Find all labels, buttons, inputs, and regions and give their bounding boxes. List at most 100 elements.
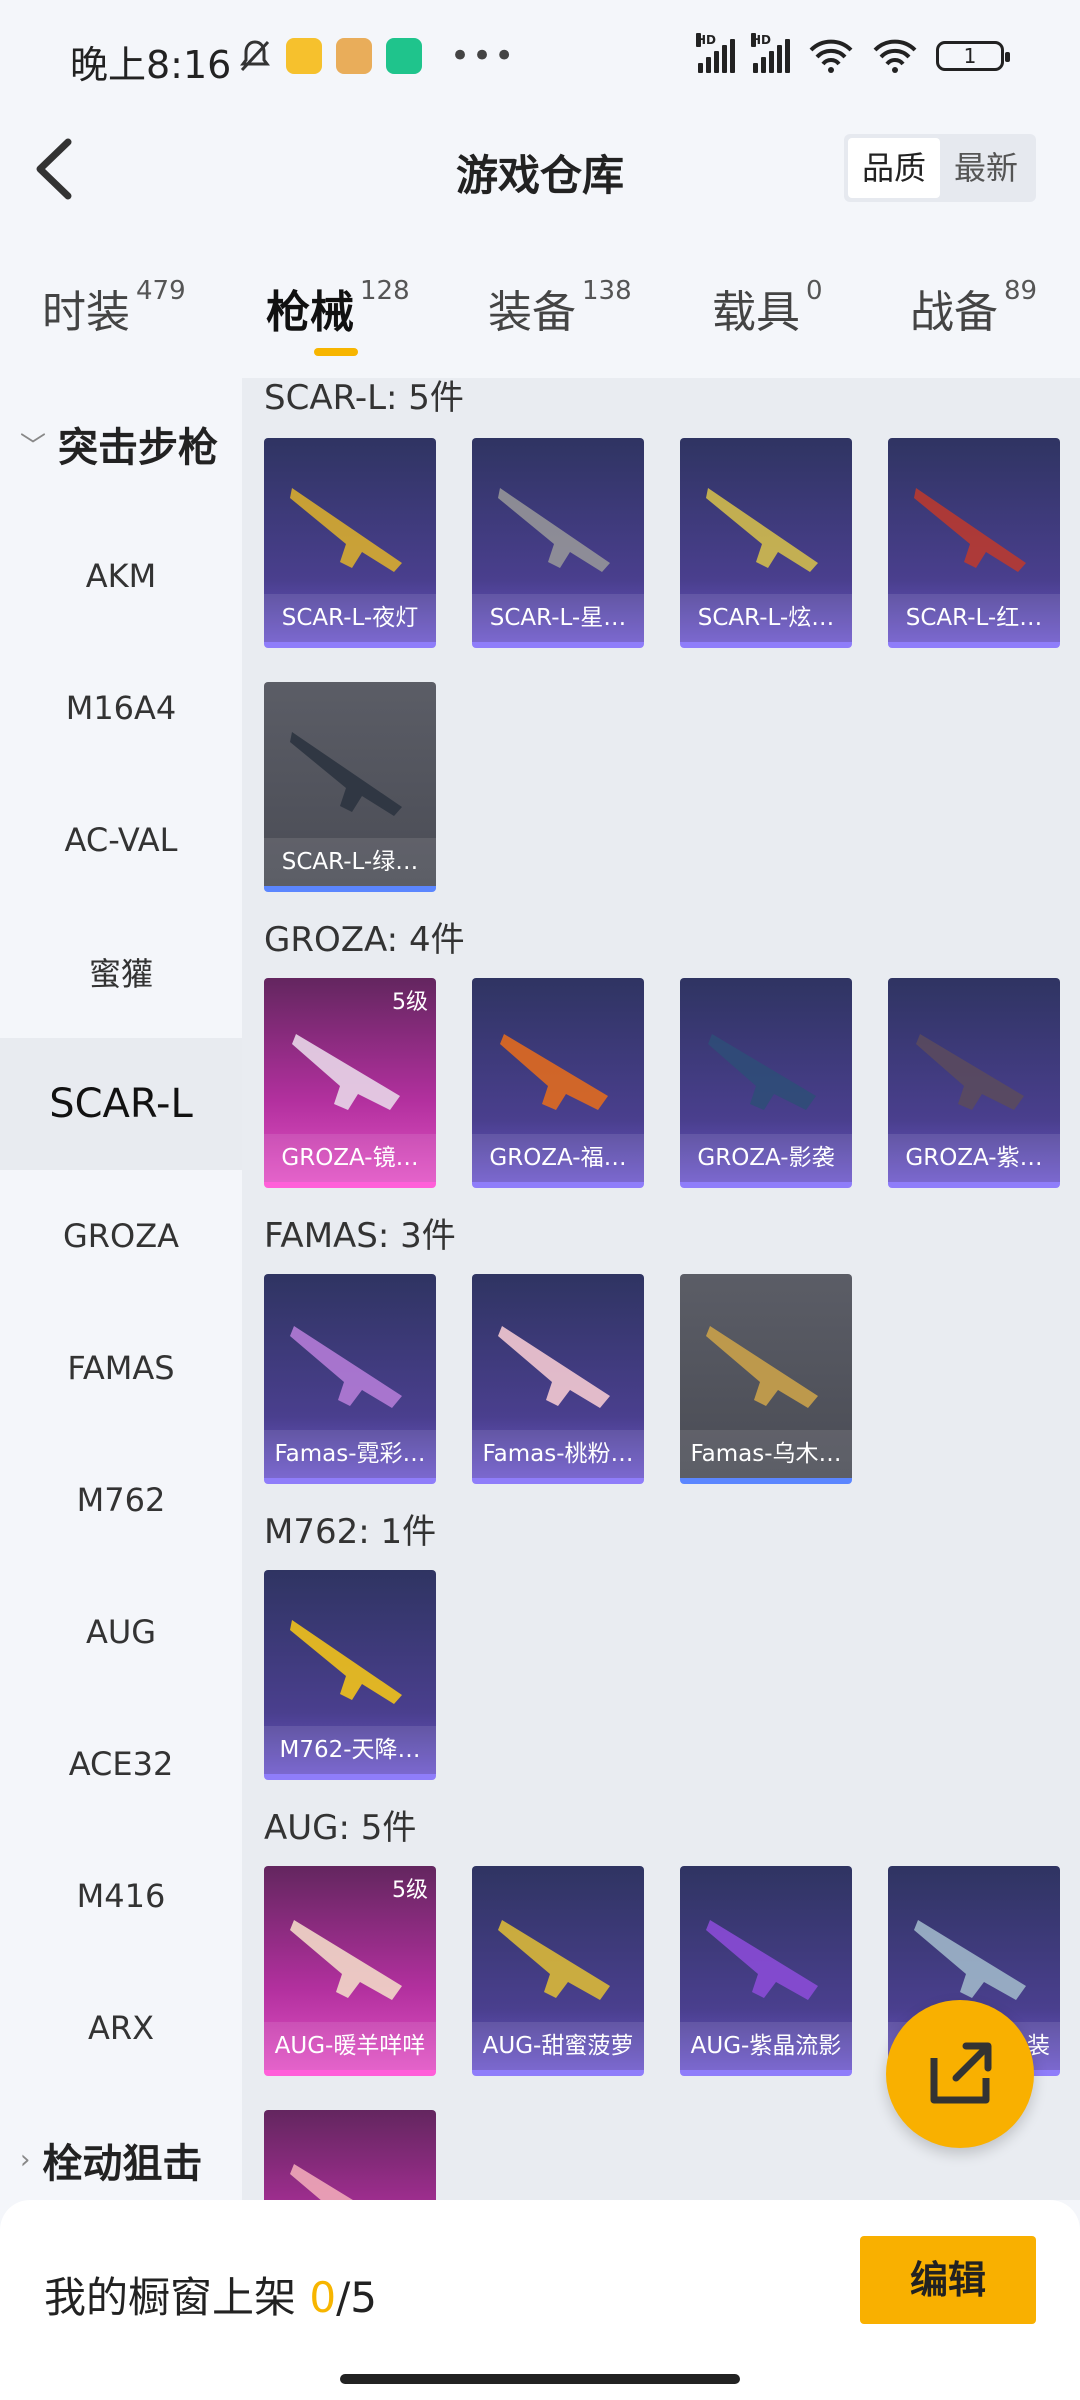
chevron-right-icon: › <box>20 2145 31 2175</box>
share-button[interactable] <box>886 2000 1034 2148</box>
weapon-card[interactable]: Famas-桃粉… <box>472 1274 644 1484</box>
rifle-icon <box>708 1034 816 1110</box>
cellular-signal-icon: HD <box>696 33 735 73</box>
weapon-card[interactable]: AUG-甜蜜菠萝 <box>472 1866 644 2076</box>
sidebar-group-label: 突击步枪 <box>58 425 219 471</box>
rifle-icon <box>914 1920 1026 2000</box>
weapon-card[interactable]: SCAR-L-星… <box>472 438 644 648</box>
rifle-icon <box>706 488 818 572</box>
sort-newest-button[interactable]: 最新 <box>940 138 1032 198</box>
more-notifications-icon: ••• <box>450 36 517 76</box>
weapon-name: SCAR-L-夜灯 <box>264 594 436 642</box>
section-title-famas: FAMAS: 3件 <box>264 1216 456 1256</box>
weapon-card[interactable]: Famas-霓彩… <box>264 1274 436 1484</box>
chevron-down-icon: ﹀ <box>20 431 47 462</box>
weapon-card[interactable]: GROZA-福… <box>472 978 644 1188</box>
wifi-icon <box>873 39 917 73</box>
rifle-icon <box>290 1920 402 2000</box>
tab-fashion[interactable]: 时装 479 <box>42 276 186 340</box>
weapon-card[interactable]: SCAR-L-红… <box>888 438 1060 648</box>
sidebar-item-aug[interactable]: AUG <box>0 1566 242 1698</box>
rifle-icon <box>290 732 402 816</box>
section-title-m762: M762: 1件 <box>264 1512 437 1552</box>
sidebar-item-ace32[interactable]: ACE32 <box>0 1698 242 1830</box>
weapon-name: GROZA-影袭 <box>680 1134 852 1182</box>
weapon-name: Famas-乌木… <box>680 1430 852 1478</box>
tab-weapons[interactable]: 枪械 128 <box>266 276 410 340</box>
sidebar-item-groza[interactable]: GROZA <box>0 1170 242 1302</box>
tab-supplies[interactable]: 战备 89 <box>910 276 1037 340</box>
rifle-icon <box>498 1920 610 2000</box>
weapon-name: GROZA-镜… <box>264 1134 436 1182</box>
weapon-card[interactable]: Famas-乌木… <box>680 1274 852 1484</box>
weapon-card[interactable]: AUG-紫晶流影 <box>680 1866 852 2076</box>
tab-equipment[interactable]: 装备 138 <box>488 276 632 340</box>
hd-label: HD <box>751 33 772 47</box>
edit-button[interactable]: 编辑 <box>860 2236 1036 2324</box>
weapon-card[interactable]: SCAR-L-绿… <box>264 682 436 892</box>
share-external-icon <box>930 2042 992 2104</box>
sidebar-item-akm[interactable]: AKM <box>0 510 242 642</box>
home-indicator[interactable] <box>340 2374 740 2384</box>
sidebar-item-famas[interactable]: FAMAS <box>0 1302 242 1434</box>
weapon-name: M762-天降… <box>264 1726 436 1774</box>
weapon-card[interactable]: 5级 AUG-暖羊咩咩 <box>264 1866 436 2076</box>
section-title-aug: AUG: 5件 <box>264 1808 417 1848</box>
hd-label: HD <box>696 33 717 47</box>
sidebar-item-m16a4[interactable]: M16A4 <box>0 642 242 774</box>
showcase-label: 我的橱窗上架 <box>44 2273 297 2322</box>
cellular-signal-icon: HD <box>751 33 790 73</box>
tab-count: 138 <box>582 276 632 306</box>
weapon-card[interactable]: SCAR-L-夜灯 <box>264 438 436 648</box>
sort-toggle: 品质 最新 <box>843 134 1036 202</box>
header: 游戏仓库 品质 最新 <box>0 118 1080 218</box>
status-bar: 晚上8:16 ••• HD HD 1 <box>0 0 1080 118</box>
rifle-icon <box>292 1034 400 1110</box>
sidebar-group-bolt-action-snipers[interactable]: › 栓动狙击 <box>0 2094 242 2200</box>
tab-count: 128 <box>360 276 410 306</box>
sidebar-item-m762[interactable]: M762 <box>0 1434 242 1566</box>
rifle-icon <box>916 1034 1024 1110</box>
tab-label: 战备 <box>910 287 998 338</box>
weapon-name: SCAR-L-星… <box>472 594 644 642</box>
sidebar-item-ac-val[interactable]: AC-VAL <box>0 774 242 906</box>
showcase-count: 0 <box>309 2273 337 2322</box>
weapon-name: GROZA-紫… <box>888 1134 1060 1182</box>
weapon-card[interactable]: SCAR-L-炫… <box>680 438 852 648</box>
tab-vehicles[interactable]: 载具 0 <box>712 276 823 340</box>
tab-label: 枪械 <box>266 287 354 338</box>
rifle-icon <box>500 1034 608 1110</box>
weapon-card[interactable]: M762-天降… <box>264 1570 436 1780</box>
sidebar-item-m416[interactable]: M416 <box>0 1830 242 1962</box>
weapon-card[interactable]: 5级 GROZA-镜… <box>264 978 436 1188</box>
weapon-name: SCAR-L-绿… <box>264 838 436 886</box>
weapon-grid: SCAR-L: 5件 SCAR-L-夜灯 SCAR-L-星… SCAR-L-炫…… <box>242 378 1080 2200</box>
level-badge: 5级 <box>392 990 428 1015</box>
weapon-card[interactable] <box>264 2110 436 2200</box>
weapon-name: AUG-紫晶流影 <box>680 2022 852 2070</box>
tab-label: 载具 <box>712 287 800 338</box>
weapon-name: AUG-暖羊咩咩 <box>264 2022 436 2070</box>
weapon-type-sidebar: ﹀ 突击步枪 AKM M16A4 AC-VAL 蜜獾 SCAR-L GROZA F… <box>0 378 242 2200</box>
sidebar-item-honey-badger[interactable]: 蜜獾 <box>0 906 242 1038</box>
rifle-icon <box>914 488 1026 572</box>
weapon-card[interactable]: GROZA-紫… <box>888 978 1060 1188</box>
showcase-total: /5 <box>336 2273 377 2322</box>
sidebar-item-scar-l[interactable]: SCAR-L <box>0 1038 242 1170</box>
notification-icons: ••• <box>238 36 516 76</box>
sort-quality-button[interactable]: 品质 <box>847 138 940 198</box>
sidebar-item-arx[interactable]: ARX <box>0 1962 242 2094</box>
weapon-card[interactable]: GROZA-影袭 <box>680 978 852 1188</box>
showcase-status: 我的橱窗上架 0/5 <box>44 2264 377 2325</box>
weapon-name: Famas-霓彩… <box>264 1430 436 1478</box>
rifle-icon <box>290 1326 402 1408</box>
tab-label: 时装 <box>42 287 130 338</box>
tab-count: 89 <box>1004 276 1038 306</box>
rifle-icon <box>498 488 610 572</box>
sidebar-group-label: 栓动狙击 <box>42 2141 203 2187</box>
rifle-icon <box>290 2164 353 2200</box>
sidebar-group-assault-rifles[interactable]: ﹀ 突击步枪 <box>0 378 242 510</box>
section-title-scar-l: SCAR-L: 5件 <box>264 378 464 418</box>
rifle-icon <box>290 488 402 572</box>
bottom-bar: 我的橱窗上架 0/5 编辑 <box>0 2200 1080 2400</box>
